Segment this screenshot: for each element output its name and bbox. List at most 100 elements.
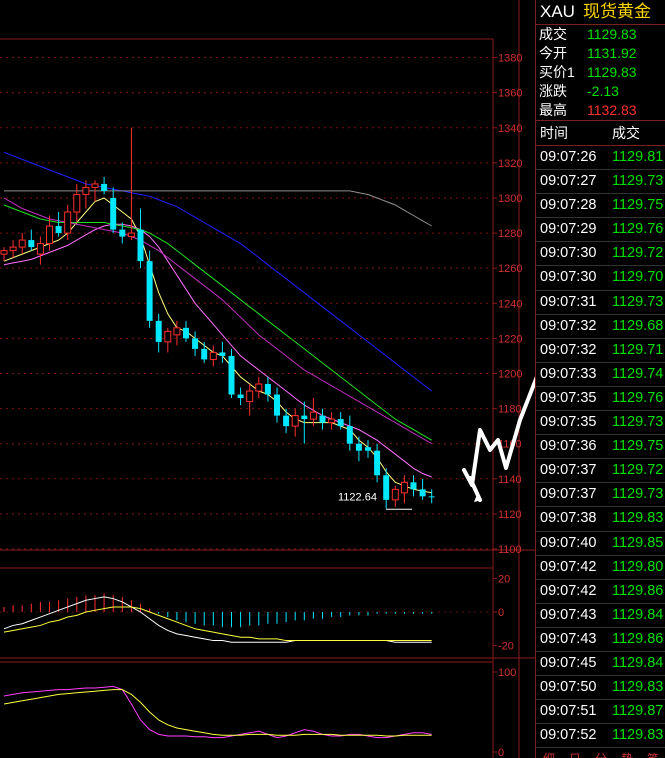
price-tick-label: 1140 <box>498 474 522 486</box>
tick-row: 09:07:28 1129.75 <box>536 194 665 219</box>
candle-body <box>119 229 126 237</box>
tick-price: 1129.73 <box>612 173 664 190</box>
candle-body <box>255 383 263 392</box>
candle-body <box>192 338 199 349</box>
tick-time: 09:07:43 <box>540 630 597 647</box>
tick-time: 09:07:51 <box>540 703 597 720</box>
price-tick-label: 1280 <box>498 228 522 240</box>
tick-row: 09:07:35 1129.76 <box>536 387 665 412</box>
tick-row: 09:07:43 1129.84 <box>536 604 665 628</box>
candle-body <box>73 193 81 213</box>
candle-body <box>410 482 417 490</box>
macd-tick-label: 0 <box>498 607 504 619</box>
candle-body <box>64 211 72 234</box>
price-tick-label: 1260 <box>498 263 522 275</box>
quote-label: 买价1 <box>539 64 575 80</box>
candle-body <box>201 348 208 360</box>
tick-price: 1129.86 <box>612 630 664 647</box>
panel-tab[interactable]: 细 <box>536 748 562 758</box>
tick-row: 09:07:26 1129.81 <box>536 146 665 171</box>
macd-panel: 20 0 -20 <box>0 573 514 653</box>
price-tick-label: 1360 <box>498 88 522 100</box>
tick-price: 1129.76 <box>612 389 664 406</box>
tick-table-header: 时间 成交 <box>536 120 665 146</box>
kdj-d-line <box>3 689 432 737</box>
tick-time: 09:07:40 <box>540 534 597 551</box>
tick-time: 09:07:28 <box>540 197 597 214</box>
candle-body <box>110 197 117 230</box>
candle-body <box>291 415 299 427</box>
tick-time: 09:07:26 <box>540 149 597 165</box>
tick-time: 09:07:36 <box>540 438 597 455</box>
candle-body <box>264 384 271 395</box>
candle-body <box>309 411 317 420</box>
quote-value: 1129.83 <box>587 64 637 80</box>
tick-time: 09:07:32 <box>540 341 597 358</box>
tick-price: 1129.85 <box>612 534 664 551</box>
price-tick-label: 1200 <box>498 368 522 380</box>
tick-price: 1129.73 <box>612 414 664 431</box>
tick-time: 09:07:35 <box>540 414 597 431</box>
macd-tick-label: 20 <box>498 573 510 585</box>
quote-panel: XAU 现货黄金 成交 1129.83 今开 1131.92 买价1 1129.83 涨跌 -2… <box>535 0 665 758</box>
panel-tab[interactable]: 日 <box>562 748 588 758</box>
candle-body <box>55 226 62 234</box>
candle-body <box>91 183 99 188</box>
price-tick-label: 1380 <box>498 53 522 65</box>
panel-tab[interactable]: 分 <box>588 748 614 758</box>
tick-time: 09:07:43 <box>540 606 597 623</box>
panel-tab[interactable]: 笔 <box>640 748 665 758</box>
candle-body <box>391 488 399 501</box>
candle-body <box>301 415 308 420</box>
tick-row: 09:07:40 1129.85 <box>536 532 665 556</box>
kdj-tick-label: 0 <box>498 747 504 758</box>
quote-label: 今开 <box>539 45 567 61</box>
candle-body <box>46 225 53 245</box>
candle-body <box>337 419 344 427</box>
candle-body <box>173 327 181 336</box>
candle-body <box>365 447 371 451</box>
candle-body <box>28 240 35 248</box>
symbol-name: 现货黄金 <box>582 2 651 21</box>
tick-price: 1129.72 <box>612 245 664 262</box>
price-tick-label: 1320 <box>498 158 522 170</box>
tick-price: 1129.75 <box>612 197 664 214</box>
tick-price: 1129.81 <box>612 149 664 165</box>
tick-price: 1129.74 <box>612 365 664 382</box>
tick-price: 1129.76 <box>612 221 664 238</box>
kdj-k-line <box>3 685 432 739</box>
tick-row: 09:07:31 1129.73 <box>536 291 665 315</box>
tick-price: 1129.80 <box>612 558 664 575</box>
quote-value: 1132.83 <box>587 102 637 118</box>
tick-price: 1129.75 <box>612 438 664 455</box>
panel-tabs[interactable]: 细日分势笔 <box>536 748 665 758</box>
low-price-annotation: 1122.64 <box>338 491 412 510</box>
tick-row: 09:07:52 1129.83 <box>536 724 665 749</box>
candlesticks <box>0 127 435 509</box>
tick-row: 09:07:30 1129.72 <box>536 242 665 267</box>
candle-body <box>101 183 108 191</box>
candle-body <box>164 330 172 343</box>
quote-value: 1129.83 <box>587 26 637 42</box>
tick-price: 1129.86 <box>612 582 664 599</box>
tick-time: 09:07:42 <box>540 558 597 575</box>
candle-body <box>146 261 153 321</box>
candle-body <box>400 481 408 494</box>
symbol-code: XAU <box>540 2 575 21</box>
tick-row: 09:07:35 1129.73 <box>536 411 665 436</box>
kline-chart[interactable]: 1380 1360 1340 1320 1300 1280 1260 1240 1220 1200… <box>0 0 535 758</box>
tick-time: 09:07:37 <box>540 462 597 479</box>
quote-value: -2.13 <box>587 83 619 99</box>
panel-tab[interactable]: 势 <box>614 748 640 758</box>
tick-time: 09:07:30 <box>540 269 597 286</box>
tick-row: 09:07:32 1129.71 <box>536 339 665 363</box>
price-axis: 1380 1360 1340 1320 1300 1280 1260 1240 1220 1200… <box>493 53 522 556</box>
candle-body <box>219 352 226 356</box>
tick-price: 1129.73 <box>612 486 664 503</box>
candle-body <box>246 390 254 403</box>
tick-list[interactable]: 09:07:26 1129.81 09:07:27 1129.73 09:07:28 11… <box>536 146 665 749</box>
kdj-tick-label: 100 <box>498 667 516 679</box>
ma-line <box>3 204 432 441</box>
tick-time: 09:07:38 <box>540 510 597 527</box>
tick-time: 09:07:45 <box>540 654 597 671</box>
